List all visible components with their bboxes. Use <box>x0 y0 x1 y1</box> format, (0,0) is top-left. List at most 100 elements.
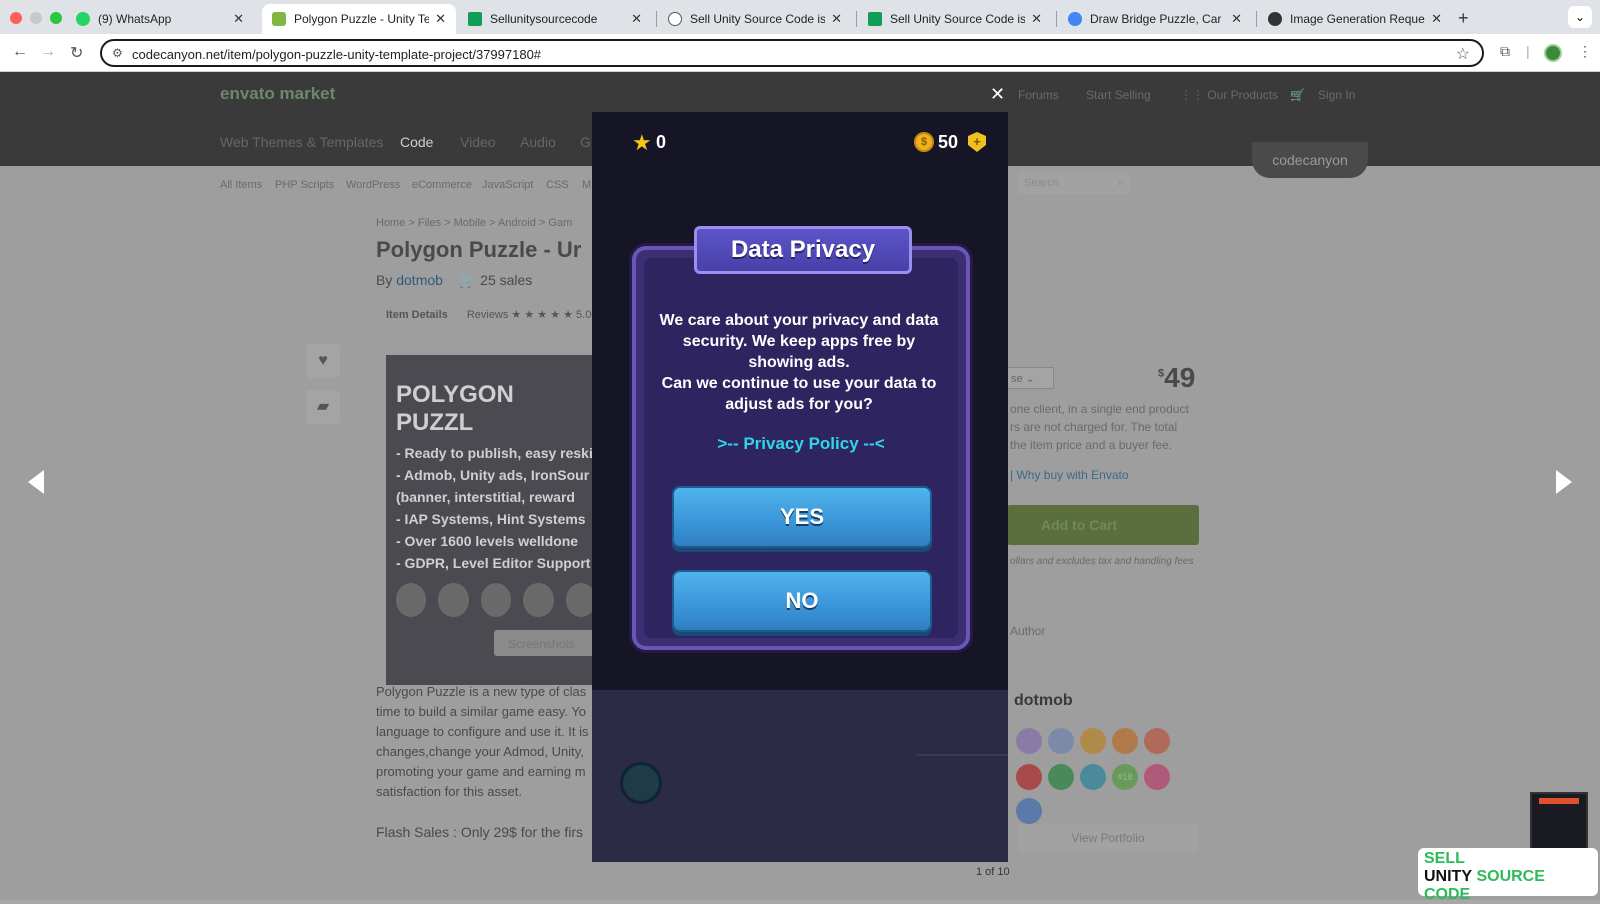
privacy-policy-link[interactable]: >-- Privacy Policy --< <box>636 434 966 454</box>
subnav-ecommerce[interactable]: eCommerce <box>412 179 472 191</box>
tab-sell-unity-1[interactable]: Sell Unity Source Code is a le ✕ <box>658 4 852 34</box>
site-info-icon[interactable]: ⚙ <box>112 46 123 60</box>
our-products-link[interactable]: ⋮⋮ Our Products <box>1180 88 1278 102</box>
tab-search-icon[interactable]: ⌄ <box>1568 6 1592 28</box>
close-tab-icon[interactable]: ✕ <box>1231 11 1242 27</box>
sell-unity-source-code-watermark: SELL UNITY SOURCE CODE <box>1418 848 1598 903</box>
subnav-wordpress[interactable]: WordPress <box>346 179 400 191</box>
start-selling-link[interactable]: Start Selling <box>1086 88 1151 102</box>
license-select[interactable]: se ⌄ <box>1006 367 1054 389</box>
nav-code[interactable]: Code <box>400 134 433 150</box>
openai-icon <box>1268 12 1282 26</box>
tab-reviews[interactable]: Reviews ★ ★ ★ ★ ★ 5.00 <box>467 309 598 321</box>
close-tab-icon[interactable]: ✕ <box>831 11 842 27</box>
coin-icon: $ <box>914 132 934 152</box>
new-tab-icon[interactable]: + <box>1458 8 1469 29</box>
window-controls <box>10 12 62 24</box>
tax-note: ollars and excludes tax and handling fee… <box>1010 556 1194 567</box>
dialog-message-line: Can we continue to use your data to adju… <box>661 375 937 413</box>
price-value: 49 <box>1164 362 1196 393</box>
view-portfolio-button[interactable]: View Portfolio <box>1018 824 1198 852</box>
subnav-all-items[interactable]: All Items <box>220 179 262 191</box>
url-text[interactable]: codecanyon.net/item/polygon-puzzle-unity… <box>132 47 541 62</box>
author-badge <box>1080 764 1106 790</box>
author-badge <box>1016 798 1042 824</box>
close-tab-icon[interactable]: ✕ <box>631 11 642 27</box>
promo-bullet: (banner, interstitial, reward <box>396 489 575 505</box>
search-icon[interactable]: ⌕ <box>1118 177 1124 190</box>
tab-title: Sell Unity Source Code is a le <box>690 12 826 26</box>
tab-whatsapp[interactable]: (9) WhatsApp ✕ <box>66 4 254 34</box>
star-count: 0 <box>656 132 667 152</box>
license-text: rs are not charged for. The total <box>1010 420 1178 434</box>
phone-thumbnail <box>1530 792 1588 850</box>
tab-draw-bridge[interactable]: Draw Bridge Puzzle, Car Brid ✕ <box>1058 4 1252 34</box>
no-button[interactable]: NO <box>672 570 932 632</box>
favorite-heart-icon[interactable]: ♥ <box>306 344 340 378</box>
tab-sell-unity-2[interactable]: Sell Unity Source Code is a le ✕ <box>858 4 1052 34</box>
subnav-javascript[interactable]: JavaScript <box>482 179 533 191</box>
nav-web-themes[interactable]: Web Themes & Templates <box>220 134 383 150</box>
close-tab-icon[interactable]: ✕ <box>233 11 244 27</box>
close-tab-icon[interactable]: ✕ <box>1031 11 1042 27</box>
google-icon <box>1068 12 1082 26</box>
subnav-more[interactable]: M <box>582 179 591 191</box>
author-name[interactable]: dotmob <box>1014 692 1073 710</box>
bookmark-star-icon[interactable]: ☆ <box>1456 44 1470 64</box>
minimize-window-button[interactable] <box>30 12 42 24</box>
dialog-message-line: We care about your privacy and data secu… <box>659 312 939 371</box>
previous-arrow-icon[interactable] <box>28 470 44 494</box>
breadcrumb[interactable]: Home > Files > Mobile > Android > Gam <box>376 217 572 229</box>
author-badge <box>1144 764 1170 790</box>
close-window-button[interactable] <box>10 12 22 24</box>
reload-icon[interactable]: ↻ <box>70 43 83 63</box>
forums-link[interactable]: Forums <box>1018 88 1059 102</box>
nav-graphics[interactable]: G <box>580 134 591 150</box>
settings-gear-icon[interactable] <box>620 762 662 804</box>
sign-in-link[interactable]: Sign In <box>1318 88 1355 102</box>
yes-button[interactable]: YES <box>672 486 932 548</box>
subnav-php[interactable]: PHP Scripts <box>275 179 334 191</box>
more-menu-icon[interactable]: ⋮ <box>1578 43 1592 60</box>
address-bar[interactable]: ⚙ codecanyon.net/item/polygon-puzzle-uni… <box>100 39 1484 67</box>
extensions-icon[interactable]: ⧉ <box>1500 43 1510 60</box>
tab-item-details[interactable]: Item Details <box>386 309 448 321</box>
apple-icon <box>523 583 554 617</box>
add-to-cart-button[interactable]: Add to Cart <box>1007 505 1199 545</box>
android-icon <box>480 583 512 617</box>
next-arrow-icon[interactable] <box>1556 470 1572 494</box>
author-link[interactable]: dotmob <box>396 272 443 288</box>
maximize-window-button[interactable] <box>50 12 62 24</box>
subnav-css[interactable]: CSS <box>546 179 569 191</box>
why-buy-link[interactable]: | Why buy with Envato <box>1010 468 1129 482</box>
unity-icon <box>396 583 427 617</box>
envato-logo[interactable]: envato market <box>220 84 335 104</box>
tab-image-generation[interactable]: Image Generation Request ✕ <box>1258 4 1452 34</box>
screenshots-button[interactable]: Screenshots <box>494 630 594 656</box>
cart-icon: 🛒 <box>458 272 477 288</box>
cart-icon[interactable]: 🛒 <box>1290 88 1305 102</box>
site-search-input[interactable]: Search ⌕ <box>1018 172 1130 194</box>
item-title: Polygon Puzzle - Ur <box>376 237 582 262</box>
lightbox-close-icon[interactable]: ✕ <box>990 84 1005 105</box>
close-tab-icon[interactable]: ✕ <box>435 11 446 27</box>
sales-count: 25 sales <box>480 272 533 288</box>
collection-folder-icon[interactable]: ▰ <box>306 390 340 424</box>
profile-avatar[interactable] <box>1544 44 1562 62</box>
add-coins-button[interactable]: + <box>968 132 986 152</box>
close-tab-icon[interactable]: ✕ <box>1431 11 1442 27</box>
by-label: By <box>376 272 393 288</box>
tab-separator <box>1256 11 1257 27</box>
byline: By dotmob 🛒 25 sales <box>376 272 532 289</box>
tab-sellunitysourcecode[interactable]: Sellunitysourcecode ✕ <box>458 4 652 34</box>
tab-title: Image Generation Request <box>1290 12 1426 26</box>
nav-video[interactable]: Video <box>460 134 496 150</box>
browser-tab-strip: (9) WhatsApp ✕ Polygon Puzzle - Unity Te… <box>0 0 1600 34</box>
nav-audio[interactable]: Audio <box>520 134 556 150</box>
back-icon[interactable]: ← <box>12 43 28 61</box>
codecanyon-badge[interactable]: codecanyon <box>1252 142 1368 178</box>
forward-icon[interactable]: → <box>40 43 56 61</box>
toolbar-divider: | <box>1526 43 1530 59</box>
license-text: the item price and a buyer fee. <box>1010 438 1173 452</box>
tab-polygon-puzzle[interactable]: Polygon Puzzle - Unity Templ ✕ <box>262 4 456 34</box>
